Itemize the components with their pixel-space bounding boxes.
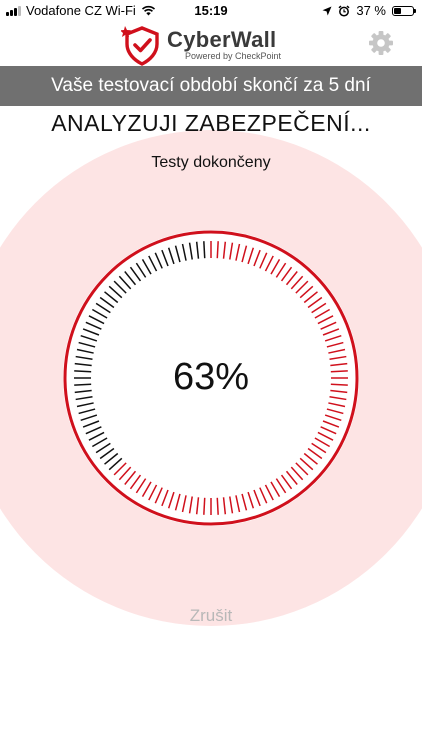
- shield-check-icon: [121, 26, 159, 66]
- page-title: ANALYZUJI ZABEZPEČENÍ...: [51, 110, 371, 136]
- trial-banner: Vaše testovací období skončí za 5 dní: [0, 66, 422, 106]
- app-header: CyberWall Powered by CheckPoint: [0, 22, 422, 66]
- tick-complete: [216, 241, 219, 259]
- brand-logo: CyberWall Powered by CheckPoint: [121, 22, 281, 66]
- brand-text: CyberWall Powered by CheckPoint: [167, 27, 282, 62]
- progress-percent: 63%: [172, 356, 250, 398]
- tick-complete: [216, 497, 219, 515]
- scan-status: Testy dokončeny: [151, 154, 271, 171]
- cancel-button[interactable]: Zrušit: [161, 606, 261, 626]
- app-screen: Vodafone CZ Wi-Fi 15:19 37 % CyberWall P…: [0, 0, 422, 750]
- gear-icon[interactable]: [368, 30, 394, 56]
- tick-complete: [203, 497, 206, 515]
- brand-name: CyberWall: [167, 27, 277, 52]
- brand-tagline: Powered by CheckPoint: [185, 51, 282, 61]
- tick-pending: [203, 241, 206, 259]
